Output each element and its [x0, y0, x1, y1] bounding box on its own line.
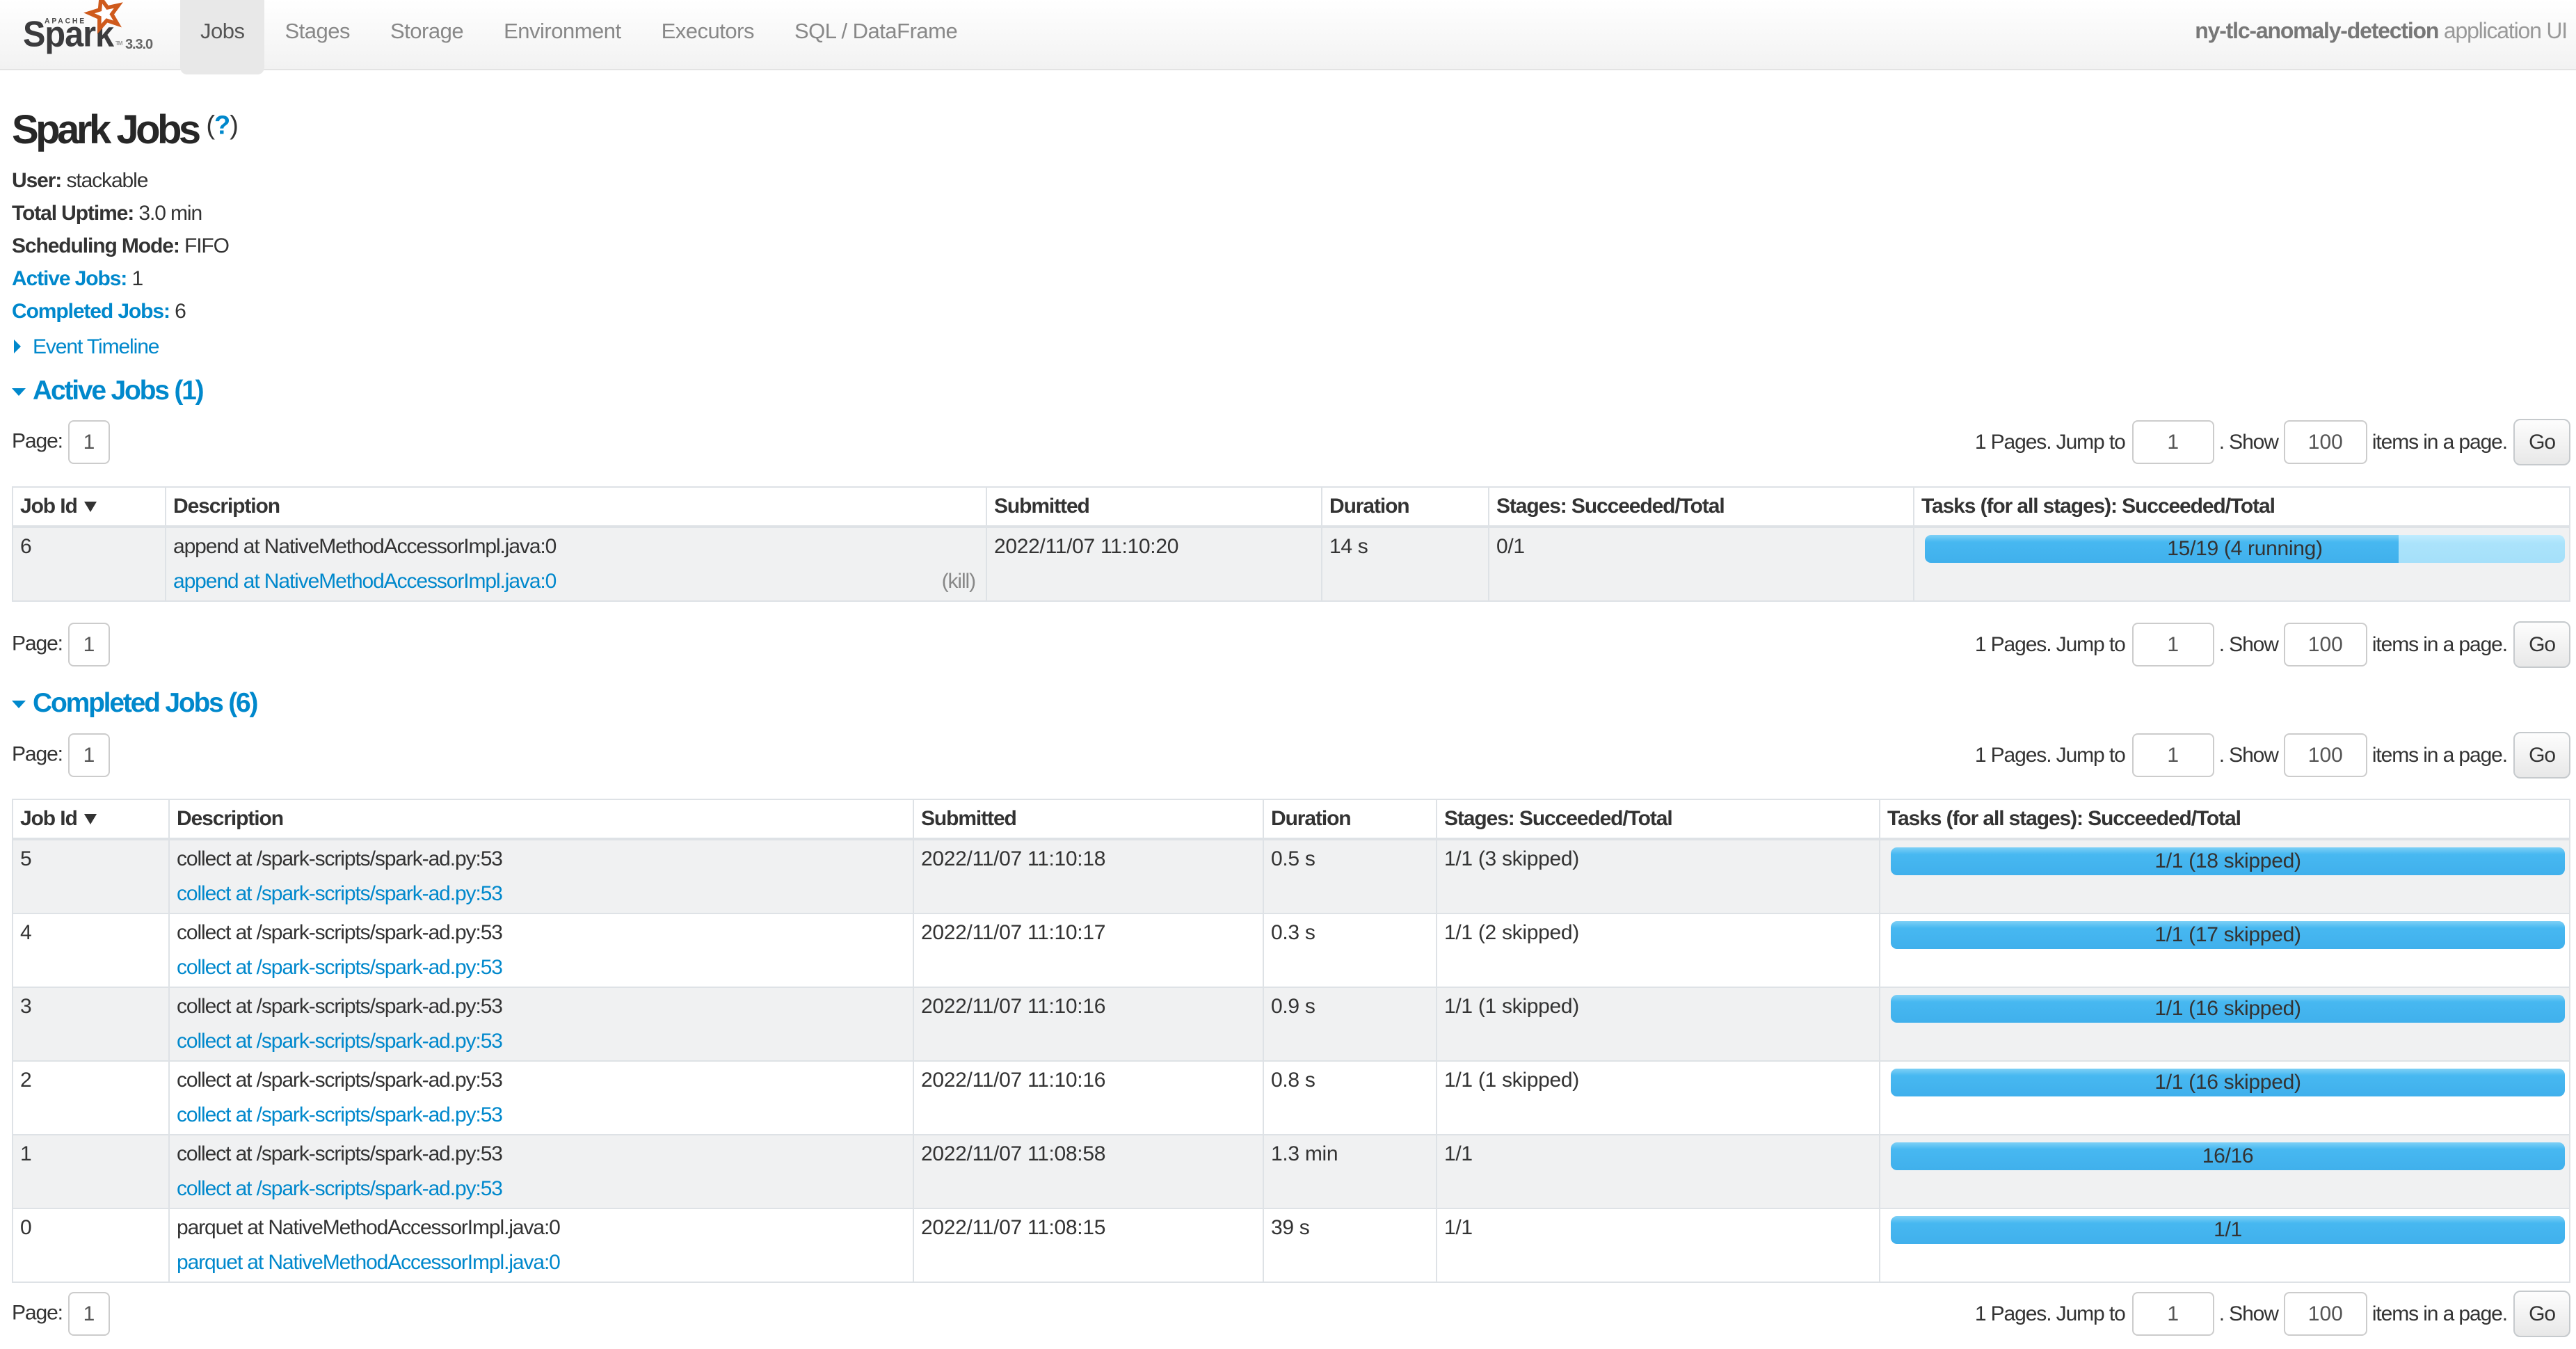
svg-text:TM: TM	[115, 40, 123, 47]
